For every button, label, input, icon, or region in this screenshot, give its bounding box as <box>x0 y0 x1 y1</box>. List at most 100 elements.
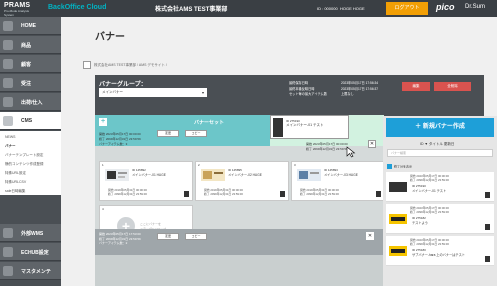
master-icon <box>3 266 13 276</box>
sidebar-item-products[interactable]: 商品 <box>0 36 61 54</box>
banner-set-dates: 開始 2023年05月17日 00:00:00 終了 2099年12月31日 2… <box>99 132 141 141</box>
add-set-icon[interactable]: + <box>99 118 107 126</box>
close-set-icon[interactable]: ✕ <box>368 140 376 148</box>
submenu-sale-date[interactable]: sale日時編集 <box>5 189 25 194</box>
sidebar-item-cms[interactable]: CMS <box>0 112 61 130</box>
delete-all-button[interactable]: 全削除 <box>434 82 471 91</box>
library-banner-card[interactable]: 開始 2023年05月17日 00:00:00 終了 2099年12月31日 2… <box>386 172 494 202</box>
trash-icon[interactable] <box>280 191 285 197</box>
group-select[interactable]: メインバナー ▾ <box>99 88 207 97</box>
banner-card[interactable]: 1 ID 145892 メインバナー-01 HUGE 開始 2019年05月31… <box>99 161 193 201</box>
sort-tabs[interactable]: ID ▼ タイトル 更新日 <box>420 142 454 147</box>
library-banner-card[interactable]: 開始 2023年05月17日 00:00:00 終了 2099年12月31日 2… <box>386 236 494 266</box>
new-banner-label: 新規バナー作成 <box>422 124 465 130</box>
mouse-cursor-icon <box>346 146 356 158</box>
banner-dates: 開始 2023年05月17日 00:00:00 終了 2099年12月31日 2… <box>410 174 449 182</box>
trash-icon[interactable] <box>485 224 490 230</box>
trash-icon[interactable] <box>376 191 381 197</box>
banner-name: メインバナー-01 テスト <box>412 189 447 193</box>
banner-name: テストよう <box>412 221 428 225</box>
home-icon <box>3 21 13 31</box>
sidebar-item-external-wms[interactable]: 外部WMS <box>0 224 61 242</box>
sidebar-item-label: マスタメンテ <box>21 269 51 275</box>
set-change-button[interactable]: 変更 <box>157 130 179 137</box>
submenu-banner[interactable]: バナー <box>5 144 16 149</box>
breadcrumb: 株式会社AMS TEST事業部 / AMS デモサイト / <box>94 63 167 67</box>
chevron-down-icon: ▾ <box>201 90 204 95</box>
card-number: 4 <box>102 207 104 211</box>
banner-dates: 開始 2023年05月17日 00:00:00 終了 2099年12月31日 2… <box>410 238 449 246</box>
banner-thumbnail <box>389 182 407 192</box>
plus-icon: ＋ <box>415 124 423 130</box>
top-bar: PRAMS Pro-Mode Analysis System BackOffic… <box>0 0 497 17</box>
logo-sub: Pro-Mode Analysis System <box>4 9 30 17</box>
banner-dates: 開始 2019年05月31日 00:00:00 終了 2099年12月31日 2… <box>300 188 339 196</box>
library-banner-card[interactable]: 開始 2023年05月17日 00:00:00 終了 2099年12月31日 2… <box>386 204 494 234</box>
sidebar-item-label: CMS <box>21 118 33 124</box>
cms-icon <box>3 116 13 126</box>
card-end-date: 終了 2099年12月31日 23:59:00 <box>204 192 243 196</box>
close-set2-icon[interactable]: ✕ <box>366 232 374 240</box>
set2-copy-button[interactable]: コピー <box>185 233 207 240</box>
customer-icon <box>3 59 13 69</box>
banner-thumbnail <box>297 169 321 181</box>
logout-button[interactable]: ログアウト <box>386 2 428 15</box>
lib-end-date: 終了 2099年12月31日 23:59:00 <box>410 242 449 246</box>
checkbox-label: 終了分を表示 <box>394 164 413 169</box>
trash-icon[interactable] <box>184 191 189 197</box>
logo-main: PRAMS <box>4 2 31 9</box>
sidebar-item-orders[interactable]: 受注 <box>0 74 61 92</box>
user-id: ID : 000000 <box>317 6 338 11</box>
submenu-static-content[interactable]: 静的コンテンツ作成登録 <box>5 162 44 167</box>
banner-card[interactable]: 3 ID 145893 メインバナー-03 HUGE 開始 2019年05月31… <box>291 161 385 201</box>
trash-icon[interactable] <box>485 256 490 262</box>
banner-thumbnail <box>273 118 283 137</box>
group-select-value: メインバナー <box>102 90 123 94</box>
sidebar-item-master[interactable]: マスタメンテ <box>0 262 61 280</box>
dragging-banner-dates: 開始 2023年05月17日 00:00:00 終了 2099年12月31日 2… <box>306 142 348 151</box>
show-ended-checkbox[interactable]: 終了分を表示 <box>387 164 412 169</box>
breadcrumb-toggle-icon[interactable] <box>83 61 91 69</box>
sidebar-item-echub[interactable]: ECHUB設定 <box>0 243 61 261</box>
new-banner-button[interactable]: ＋ 新規バナー作成 <box>386 118 494 137</box>
card-end-date: 終了 2099年12月31日 23:59:00 <box>300 192 339 196</box>
sidebar-item-shipping[interactable]: 出荷/仕入 <box>0 93 61 111</box>
wms-icon <box>3 228 13 238</box>
banner-card[interactable]: 2 ID 145895 メインバナー-02 HUGE 開始 2019年05月31… <box>195 161 289 201</box>
meta-value-saved: 2023年05月17日 17:56:34 <box>341 81 379 85</box>
checkbox-icon <box>387 164 392 169</box>
submenu-banner-template[interactable]: バナーテンプレート設定 <box>5 153 43 158</box>
dragging-banner-card[interactable]: ID 275190 メインバナー-01 テスト <box>270 115 349 139</box>
group-label: バナーグループ： <box>99 82 147 88</box>
order-icon <box>3 78 13 88</box>
sidebar-item-label: 受注 <box>21 81 32 87</box>
set-copy-button[interactable]: コピー <box>185 130 207 137</box>
sidebar-item-customers[interactable]: 顧客 <box>0 55 61 73</box>
submenu-special-url-csv[interactable]: 特殊URLCSV <box>5 180 26 185</box>
banner-name: メインバナー-01 HUGE <box>132 173 166 177</box>
prams-logo[interactable]: PRAMS Pro-Mode Analysis System <box>4 2 38 17</box>
banner-set-count: バナーアイテム数：3 <box>99 142 128 146</box>
submenu-special-url[interactable]: 特殊URL設定 <box>5 171 26 176</box>
trash-icon[interactable] <box>485 192 490 198</box>
set-start-date: 開始 2023年05月17日 00:00:00 <box>99 132 141 136</box>
group-meta-labels: 最終保存日時 最終本番反映日時 セット毎の最大アイテム数 <box>289 81 327 98</box>
set2-change-button[interactable]: 変更 <box>157 233 179 240</box>
edit-button[interactable]: 編集 <box>402 82 430 91</box>
banner-thumbnail <box>201 169 225 181</box>
banner-search-input[interactable]: バナー検索 <box>387 149 493 157</box>
sidebar-item-home[interactable]: HOME <box>0 17 61 35</box>
sidebar-item-label: 商品 <box>21 43 32 49</box>
product-icon <box>3 40 13 50</box>
set2-start-date: 開始 2023年05月17日 17:53:00 <box>99 232 141 236</box>
submenu-news[interactable]: NEWS <box>5 135 16 139</box>
pico-link[interactable]: pico <box>436 2 455 12</box>
banner-name: メインバナー-02 HUGE <box>228 173 262 177</box>
sidebar-item-label: 顧客 <box>21 62 32 68</box>
page-title: バナー <box>95 32 125 43</box>
meta-label-max-items: セット毎の最大アイテム数 <box>289 92 327 96</box>
drsum-link[interactable]: Dr.Sum <box>465 4 485 10</box>
banner-name: メインバナー-03 HUGE <box>324 173 358 177</box>
meta-value-max-items: 上限なし <box>341 92 354 96</box>
banner-thumbnail <box>105 169 129 181</box>
